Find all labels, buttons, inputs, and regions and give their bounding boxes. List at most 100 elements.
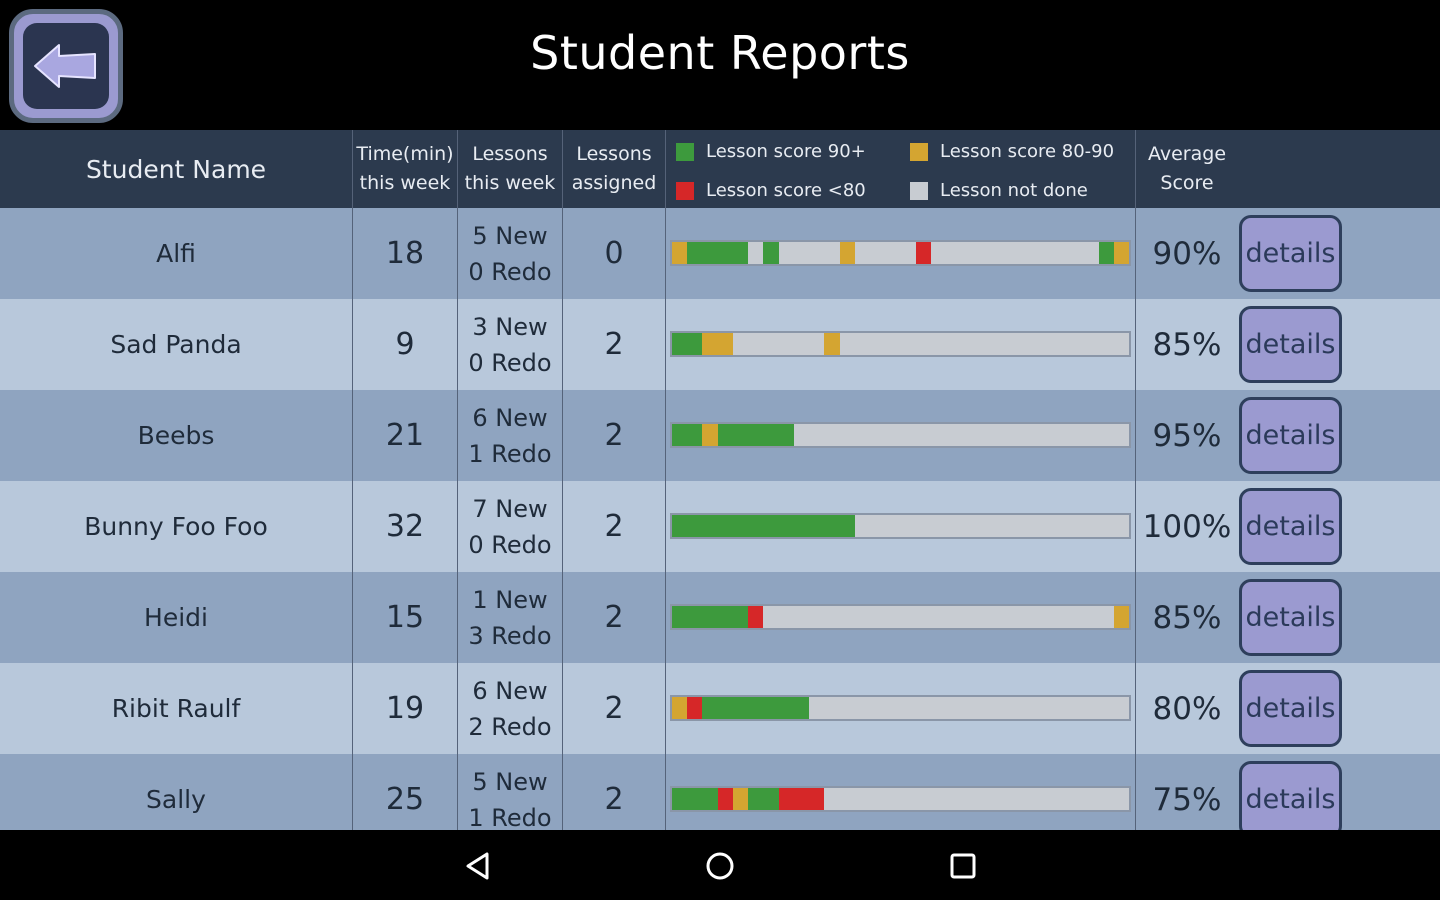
header-lessons-this-week: Lessons this week [458, 130, 562, 208]
lesson-segment-green [672, 424, 688, 446]
lesson-segment-green [809, 515, 825, 537]
lesson-segment-green [732, 606, 749, 628]
redo-count: 2 Redo [468, 712, 552, 741]
lesson-segment-green [672, 333, 688, 355]
lesson-segment-green [717, 697, 733, 719]
legend-not-done: Lesson not done [910, 180, 1088, 201]
legend-label: Lesson score <80 [706, 180, 866, 201]
redo-count: 1 Redo [468, 439, 552, 468]
student-name: Heidi [144, 603, 208, 632]
details-button[interactable]: details [1239, 761, 1342, 830]
lesson-segment-red [778, 788, 794, 810]
details-button[interactable]: details [1239, 215, 1342, 292]
redo-count: 1 Redo [468, 803, 552, 831]
lessons-assigned: 0 [604, 236, 624, 271]
header-assigned-line2: assigned [571, 172, 657, 194]
lessons-this-week: 7 New 0 Redo [458, 481, 562, 572]
lesson-segment-green [748, 788, 764, 810]
student-name: Alfi [156, 239, 196, 268]
lesson-segment-green [748, 424, 764, 446]
header-average-line1: Average [1147, 143, 1227, 165]
lesson-segment-red [793, 788, 810, 810]
lesson-segment-red [717, 788, 733, 810]
new-count: 3 New [472, 312, 548, 341]
lesson-segment-green [763, 424, 779, 446]
time-minutes: 19 [385, 691, 425, 726]
time-minutes: 25 [385, 782, 425, 817]
time-minutes: 32 [385, 509, 425, 544]
details-button[interactable]: details [1239, 579, 1342, 656]
redo-count: 0 Redo [468, 348, 552, 377]
lessons-this-week: 5 New 1 Redo [458, 754, 562, 831]
lesson-segment-green [702, 697, 718, 719]
lessons-assigned: 2 [604, 418, 624, 453]
header-time-line1: Time(min) [356, 143, 454, 165]
lesson-segment-green [793, 515, 810, 537]
lessons-assigned: 2 [604, 327, 624, 362]
lesson-segment-green [687, 788, 703, 810]
header-lessons-line2: this week [464, 172, 556, 194]
redo-count: 3 Redo [468, 621, 552, 650]
average-score: 75% [1152, 781, 1222, 818]
lesson-segment-yellow [1113, 242, 1129, 264]
lesson-segment-red [809, 788, 825, 810]
lesson-segment-yellow [702, 424, 718, 446]
lesson-progress-bar [670, 604, 1131, 630]
lesson-segment-green [702, 788, 718, 810]
legend-label: Lesson score 90+ [706, 141, 866, 162]
table-row: Sad Panda 9 3 New 0 Redo 2 85% details [0, 299, 1440, 390]
lesson-segment-yellow [1113, 606, 1129, 628]
details-button[interactable]: details [1239, 306, 1342, 383]
lesson-segment-yellow [672, 697, 688, 719]
lessons-this-week: 1 New 3 Redo [458, 572, 562, 663]
lesson-segment-green [778, 515, 794, 537]
lessons-assigned: 2 [604, 691, 624, 726]
new-count: 1 New [472, 585, 548, 614]
lesson-segment-green [824, 515, 840, 537]
legend-swatch-red [676, 181, 694, 200]
time-minutes: 15 [385, 600, 425, 635]
details-button[interactable]: details [1239, 670, 1342, 747]
header-time: Time(min) this week [353, 130, 457, 208]
lesson-segment-yellow [717, 333, 733, 355]
recents-square-icon[interactable] [939, 842, 987, 890]
redo-count: 0 Redo [468, 257, 552, 286]
student-name: Sad Panda [110, 330, 242, 359]
details-button[interactable]: details [1239, 488, 1342, 565]
table-row: Heidi 15 1 New 3 Redo 2 85% details [0, 572, 1440, 663]
lesson-segment-yellow [824, 333, 840, 355]
lesson-segment-green [687, 424, 703, 446]
lesson-segment-green [763, 697, 779, 719]
lessons-assigned: 2 [604, 600, 624, 635]
back-triangle-icon[interactable] [454, 842, 502, 890]
legend-score-80-90: Lesson score 80-90 [910, 141, 1114, 162]
student-table: Alfi 18 5 New 0 Redo 0 90% details Sad Panda 9 3 … [0, 208, 1440, 830]
legend-swatch-green [676, 142, 694, 161]
details-button[interactable]: details [1239, 397, 1342, 474]
average-score: 85% [1152, 599, 1222, 636]
legend-swatch-yellow [910, 142, 928, 161]
lesson-segment-green [763, 242, 779, 264]
home-circle-icon[interactable] [696, 842, 744, 890]
average-score: 90% [1152, 235, 1222, 272]
table-row: Ribit Raulf 19 6 New 2 Redo 2 80% details [0, 663, 1440, 754]
header-student-name: Student Name [85, 154, 267, 184]
lesson-segment-yellow [672, 242, 688, 264]
lesson-segment-green [778, 424, 794, 446]
lesson-segment-green [763, 788, 779, 810]
lesson-segment-green [717, 242, 733, 264]
page-title: Student Reports [530, 26, 910, 80]
new-count: 5 New [472, 767, 548, 796]
new-count: 7 New [472, 494, 548, 523]
new-count: 5 New [472, 221, 548, 250]
lesson-segment-green [763, 515, 779, 537]
lessons-assigned: 2 [604, 509, 624, 544]
lesson-segment-yellow [732, 788, 749, 810]
lesson-segment-green [748, 697, 764, 719]
lesson-segment-green [702, 606, 718, 628]
time-minutes: 18 [385, 236, 425, 271]
header-time-line2: this week [359, 172, 451, 194]
legend-score-below-80: Lesson score <80 [676, 180, 866, 201]
lesson-segment-green [687, 515, 703, 537]
lesson-segment-green [672, 515, 688, 537]
